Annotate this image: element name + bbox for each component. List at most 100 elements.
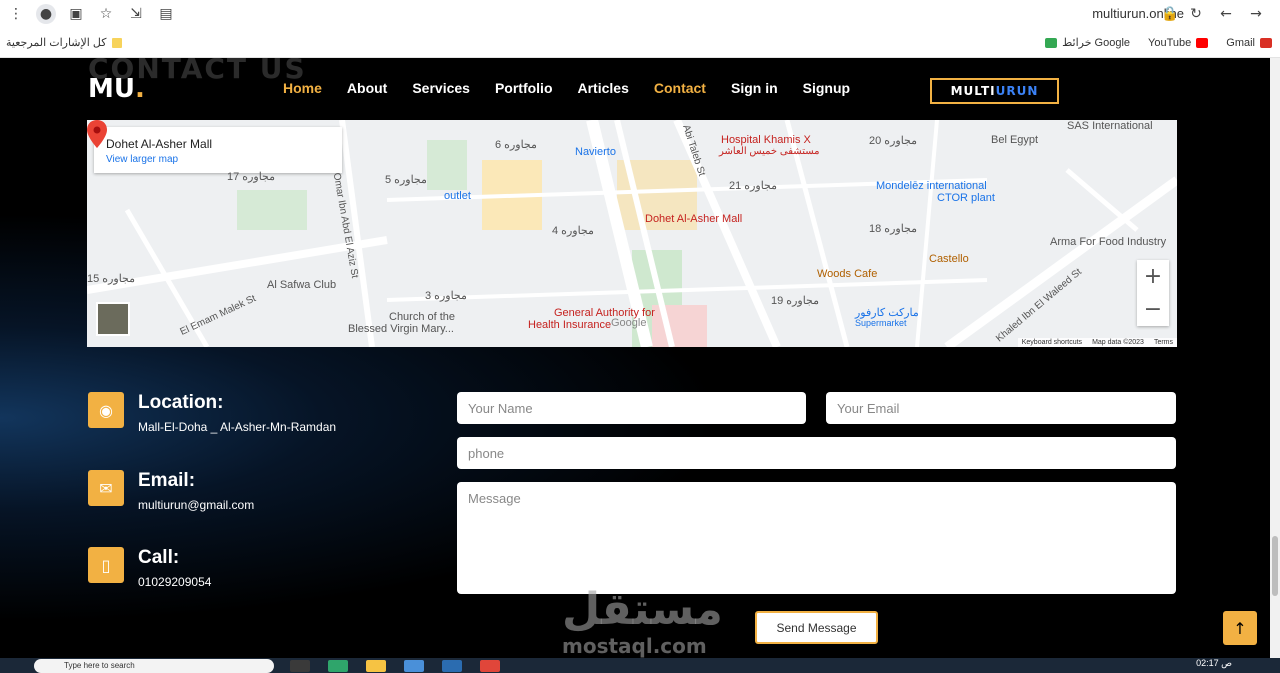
bookmark-gmail-label: Gmail bbox=[1226, 36, 1255, 49]
terms-link[interactable]: Terms bbox=[1154, 339, 1173, 346]
map-pin-icon[interactable] bbox=[87, 120, 107, 148]
map-label: Al Safwa Club bbox=[267, 279, 337, 291]
chrome-icon[interactable] bbox=[480, 660, 500, 672]
nav-contact[interactable]: Contact bbox=[654, 80, 706, 96]
map-label: مستشفى خميس العاشر bbox=[719, 146, 820, 157]
forward-icon[interactable]: → bbox=[1246, 4, 1266, 24]
location-title: Location: bbox=[138, 392, 224, 413]
email-input[interactable]: Your Email bbox=[826, 392, 1176, 424]
watermark-en: mostaql.com bbox=[562, 634, 707, 658]
map-place-title: Dohet Al-Asher Mall bbox=[106, 137, 213, 151]
nav-portfolio[interactable]: Portfolio bbox=[495, 80, 553, 96]
zoom-out-button[interactable]: − bbox=[1137, 293, 1169, 326]
map-place-card: Dohet Al-Asher Mall View larger map bbox=[94, 127, 342, 173]
map-label: مجاوره 4 bbox=[552, 225, 594, 237]
phone-input[interactable]: phone bbox=[457, 437, 1176, 469]
profile-icon[interactable]: ● bbox=[36, 4, 56, 24]
phone-icon: ▯ bbox=[88, 547, 124, 583]
map-data-text: Map data ©2023 bbox=[1092, 339, 1144, 346]
youtube-icon bbox=[1196, 37, 1209, 48]
send-message-button[interactable]: Send Message bbox=[755, 611, 878, 644]
menu-dots-icon[interactable]: ⋮ bbox=[6, 4, 26, 24]
logo-dot: . bbox=[135, 74, 145, 104]
zoom-in-button[interactable]: + bbox=[1137, 260, 1169, 293]
map-label: مجاوره 19 bbox=[771, 295, 820, 307]
map-label: مجاوره 18 bbox=[869, 223, 918, 235]
nav-services[interactable]: Services bbox=[412, 80, 470, 96]
view-larger-map-link[interactable]: View larger map bbox=[106, 154, 330, 165]
map-label: Supermarket bbox=[855, 318, 907, 328]
logo-text: MU bbox=[88, 74, 135, 104]
nav-signup[interactable]: Signup bbox=[803, 80, 850, 96]
translate-icon[interactable]: ▤ bbox=[156, 4, 176, 24]
map-label: SAS International bbox=[1067, 120, 1153, 132]
main-nav: Home About Services Portfolio Articles C… bbox=[283, 80, 850, 96]
lock-icon[interactable]: 🔒 bbox=[1160, 4, 1180, 24]
back-icon[interactable]: ← bbox=[1216, 4, 1236, 24]
side-panel-icon[interactable]: ▣ bbox=[66, 4, 86, 24]
google-map-embed[interactable]: Dohet Al-Asher Mall View larger map Dohe… bbox=[87, 120, 1177, 347]
map-footer: Keyboard shortcuts Map data ©2023 Terms bbox=[1017, 338, 1177, 347]
task-view-icon[interactable] bbox=[290, 660, 310, 672]
message-textarea[interactable]: Message bbox=[457, 482, 1176, 594]
satellite-toggle[interactable] bbox=[96, 302, 130, 336]
map-label: Navierto bbox=[575, 146, 616, 158]
taskbar-clock[interactable]: 02:17 ص bbox=[1196, 658, 1232, 669]
edge-icon[interactable] bbox=[328, 660, 348, 672]
map-label: مجاوره 5 bbox=[385, 174, 427, 186]
bookmark-youtube-label: YouTube bbox=[1148, 36, 1192, 49]
brand-button[interactable]: MULTI URUN bbox=[930, 78, 1059, 104]
bookmark-gmail[interactable]: Gmail bbox=[1226, 37, 1272, 49]
reload-icon[interactable]: ↻ bbox=[1186, 4, 1206, 24]
email-text[interactable]: multiurun@gmail.com bbox=[138, 498, 254, 512]
taskbar-apps bbox=[290, 660, 500, 672]
bookmark-maps[interactable]: خرائط Google bbox=[1045, 36, 1130, 49]
bookmark-star-icon[interactable]: ☆ bbox=[96, 4, 116, 24]
location-text: Mall-El-Doha _ Al-Asher-Mn-Ramdan bbox=[138, 420, 337, 434]
map-zoom-controls: + − bbox=[1137, 260, 1169, 326]
folder-icon bbox=[112, 37, 123, 48]
mail-icon[interactable] bbox=[442, 660, 462, 672]
file-explorer-icon[interactable] bbox=[366, 660, 386, 672]
map-label: Church of the bbox=[389, 311, 456, 323]
bookmarks-all[interactable]: كل الإشارات المرجعية bbox=[6, 36, 123, 49]
maps-icon bbox=[1045, 37, 1058, 48]
map-label: Arma For Food Industry bbox=[1050, 236, 1167, 248]
nav-about[interactable]: About bbox=[347, 80, 387, 96]
gmail-icon bbox=[1260, 37, 1272, 48]
map-label: Bel Egypt bbox=[991, 134, 1039, 146]
google-logo: Google bbox=[611, 317, 647, 329]
map-label: Hospital Khamis X bbox=[721, 134, 811, 146]
watermark: مستقل mostaql.com bbox=[562, 588, 723, 659]
email-title: Email: bbox=[138, 470, 196, 491]
brand-suffix: URUN bbox=[995, 84, 1039, 98]
contact-call: ▯ Call: 01029209054 bbox=[88, 545, 388, 605]
scrollbar-thumb[interactable] bbox=[1272, 536, 1278, 596]
taskbar-search[interactable]: Type here to search bbox=[34, 659, 274, 673]
page-scrollbar[interactable] bbox=[1270, 58, 1280, 658]
keyboard-shortcuts-link[interactable]: Keyboard shortcuts bbox=[1022, 339, 1082, 346]
map-label: مجاوره 6 bbox=[495, 139, 537, 151]
map-label: CTOR plant bbox=[937, 192, 995, 204]
call-text[interactable]: 01029209054 bbox=[138, 575, 211, 589]
store-icon[interactable] bbox=[404, 660, 424, 672]
bookmark-maps-label: خرائط Google bbox=[1062, 37, 1131, 49]
bookmark-youtube[interactable]: YouTube bbox=[1148, 36, 1209, 49]
nav-articles[interactable]: Articles bbox=[578, 80, 629, 96]
map-label: مجاوره 17 bbox=[227, 171, 276, 183]
contact-page: CONTACT US MU. Home About Services Portf… bbox=[0, 58, 1270, 658]
install-icon[interactable]: ⇲ bbox=[126, 4, 146, 24]
site-logo[interactable]: MU. bbox=[88, 74, 145, 104]
envelope-icon: ✉ bbox=[88, 470, 124, 506]
bookmarks-bar: كل الإشارات المرجعية خرائط Google YouTub… bbox=[0, 28, 1280, 58]
scroll-to-top-icon[interactable]: ↑ bbox=[1223, 611, 1257, 645]
map-label: Woods Cafe bbox=[817, 268, 878, 280]
nav-home[interactable]: Home bbox=[283, 80, 322, 96]
map-label: مجاوره 15 bbox=[87, 273, 136, 285]
name-input[interactable]: Your Name bbox=[457, 392, 806, 424]
nav-sign-in[interactable]: Sign in bbox=[731, 80, 778, 96]
bookmarks-all-label: كل الإشارات المرجعية bbox=[6, 37, 107, 49]
map-label: Mondelēz international bbox=[876, 180, 987, 192]
clock-time: 02:17 bbox=[1196, 658, 1219, 668]
map-pin-label: Dohet Al-Asher Mall bbox=[645, 213, 743, 225]
